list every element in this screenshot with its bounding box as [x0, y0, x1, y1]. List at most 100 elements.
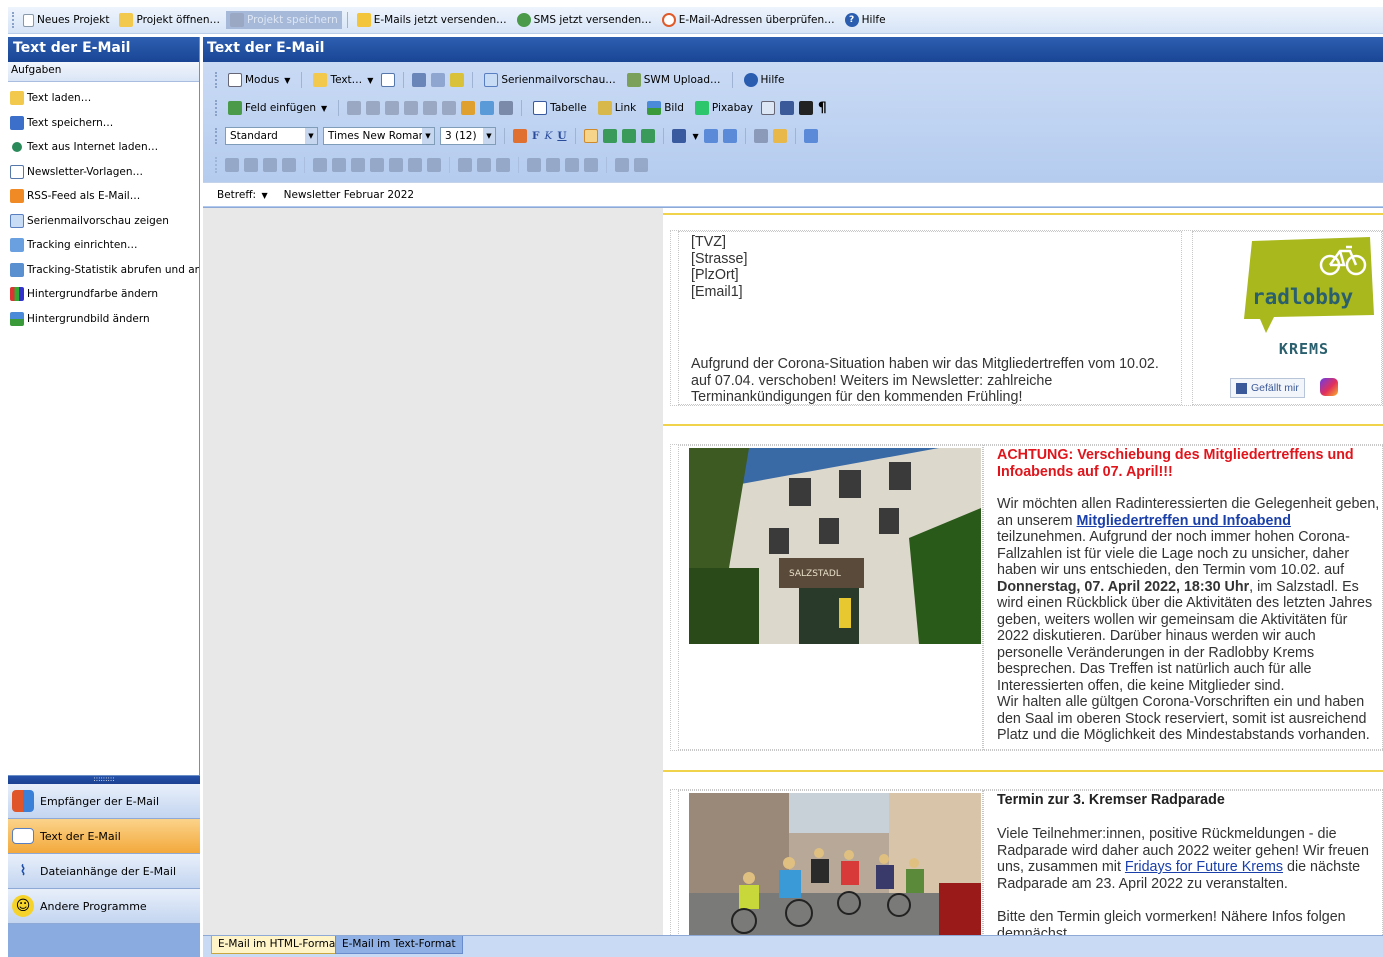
cell-color-icon[interactable] [427, 158, 441, 172]
pen-icon[interactable] [753, 129, 768, 143]
clear-format-icon[interactable] [499, 101, 514, 115]
underline-button[interactable]: U [557, 130, 566, 142]
align-right-icon[interactable] [621, 129, 636, 143]
task-mail-preview[interactable]: Serienmailvorschau zeigen [8, 209, 199, 234]
function-icon[interactable] [450, 73, 465, 87]
align-left-icon[interactable] [583, 129, 598, 143]
help-button[interactable]: ? Hilfe [841, 11, 890, 29]
send-sms-button[interactable]: SMS jetzt versenden… [513, 11, 656, 29]
delete-column-icon[interactable] [282, 158, 296, 172]
task-tracking-setup[interactable]: Tracking einrichten… [8, 233, 199, 258]
tab-html-format[interactable]: E-Mail im HTML-Format [211, 936, 347, 954]
highlighter-icon[interactable] [772, 129, 787, 143]
task-load-from-internet[interactable]: Text aus Internet laden… [8, 135, 199, 160]
nav-attachments[interactable]: ⌇ Dateianhänge der E-Mail [8, 854, 200, 889]
header-text-cell[interactable]: [TVZ] [Strasse] [PlzOrt] [Email1] Aufgru… [678, 231, 1182, 405]
code-icon[interactable] [431, 73, 446, 87]
qr-code-icon[interactable] [798, 101, 813, 115]
task-background-image[interactable]: Hintergrundbild ändern [8, 307, 199, 332]
instagram-icon[interactable] [1320, 378, 1338, 396]
cut-icon[interactable] [347, 101, 362, 115]
article-2-text-cell[interactable]: Termin zur 3. Kremser Radparade Viele Te… [983, 790, 1383, 935]
task-newsletter-templates[interactable]: Newsletter-Vorlagen… [8, 160, 199, 185]
article-2-image-cell[interactable] [678, 790, 983, 935]
save-project-button[interactable]: Projekt speichern [225, 11, 342, 29]
check-addresses-button[interactable]: E-Mail-Adressen überprüfen… [658, 11, 839, 29]
open-project-button[interactable]: Projekt öffnen… [115, 11, 224, 29]
nav-recipients[interactable]: Empfänger der E-Mail [8, 784, 200, 819]
bullet-list-icon[interactable] [671, 129, 686, 143]
table-grid-icon[interactable] [458, 158, 472, 172]
split-cells-icon[interactable] [332, 158, 346, 172]
task-tracking-statistics[interactable]: Tracking-Statistik abrufen und an… [8, 258, 199, 283]
paste-icon[interactable] [385, 101, 400, 115]
find-icon[interactable] [461, 101, 476, 115]
insert-column-icon[interactable] [244, 158, 258, 172]
undo-icon[interactable] [423, 101, 438, 115]
article-1-text-cell[interactable]: ACHTUNG: Verschiebung des Mitgliedertref… [983, 445, 1383, 750]
task-background-color[interactable]: Hintergrundfarbe ändern [8, 282, 199, 307]
image-button[interactable]: Bild [644, 100, 687, 116]
mail-preview-button[interactable]: Serienmailvorschau… [481, 72, 618, 88]
horizontal-rule-icon[interactable] [803, 129, 818, 143]
template-icon[interactable] [381, 73, 396, 87]
sort-icon[interactable] [584, 158, 598, 172]
subject-input[interactable]: Newsletter Februar 2022 [284, 189, 414, 201]
spellcheck-icon[interactable] [480, 101, 495, 115]
copy-icon[interactable] [366, 101, 381, 115]
new-project-button[interactable]: Neues Projekt [19, 12, 113, 29]
delete-table-icon[interactable] [634, 158, 648, 172]
merge-cells-icon[interactable] [313, 158, 327, 172]
filter-icon[interactable] [565, 158, 579, 172]
table-button[interactable]: Tabelle [530, 100, 590, 116]
facebook-icon[interactable] [779, 101, 794, 115]
link-button[interactable]: Link [595, 100, 640, 116]
source-icon[interactable] [412, 73, 427, 87]
cell-border-icon[interactable] [408, 158, 422, 172]
logo-cell[interactable]: radlobby KREMS Gefällt mir [1192, 231, 1382, 405]
navigation-splitter[interactable]: ::::::::: [8, 775, 200, 784]
table-header-icon[interactable] [477, 158, 491, 172]
article-1-image-cell[interactable]: SALZSTADL [678, 445, 983, 750]
indent-icon[interactable] [722, 129, 737, 143]
text-color-icon[interactable] [513, 129, 527, 143]
delete-icon[interactable] [404, 101, 419, 115]
insert-row-icon[interactable] [225, 158, 239, 172]
move-up-icon[interactable] [527, 158, 541, 172]
move-down-icon[interactable] [546, 158, 560, 172]
table-properties-icon[interactable] [370, 158, 384, 172]
justify-icon[interactable] [640, 129, 655, 143]
like-icon[interactable] [760, 101, 775, 115]
task-save-text[interactable]: Text speichern… [8, 111, 199, 136]
bold-button[interactable]: F [532, 130, 539, 142]
task-load-text[interactable]: Text laden… [8, 86, 199, 111]
delete-row-icon[interactable] [263, 158, 277, 172]
pixabay-button[interactable]: Pixabay [692, 100, 756, 116]
editor-help-button[interactable]: Hilfe [741, 72, 788, 88]
mode-button[interactable]: Modus ▼ [225, 72, 293, 88]
italic-button[interactable]: K [544, 130, 552, 142]
tab-text-format[interactable]: E-Mail im Text-Format [335, 936, 463, 954]
toolbar-grip[interactable] [12, 12, 15, 28]
editor-canvas[interactable]: [TVZ] [Strasse] [PlzOrt] [Email1] Aufgru… [203, 208, 1383, 935]
select-table-icon[interactable] [615, 158, 629, 172]
cell-align-icon[interactable] [389, 158, 403, 172]
subject-label[interactable]: Betreff: ▼ [217, 189, 268, 201]
fridays-for-future-link[interactable]: Fridays for Future Krems [1125, 859, 1283, 875]
swm-upload-button[interactable]: SWM Upload… [624, 72, 724, 88]
paragraph-marks-icon[interactable]: ¶ [818, 100, 827, 116]
redo-icon[interactable] [442, 101, 457, 115]
text-menu-button[interactable]: Text… ▼ [310, 72, 376, 88]
font-family-select[interactable]: Times New Roman ▼ [323, 127, 435, 145]
task-rss-feed[interactable]: RSS-Feed als E-Mail… [8, 184, 199, 209]
cell-properties-icon[interactable] [351, 158, 365, 172]
nav-email-text[interactable]: Text der E-Mail [8, 819, 200, 854]
members-meeting-link[interactable]: Mitgliedertreffen und Infoabend [1076, 513, 1290, 529]
send-emails-button[interactable]: E-Mails jetzt versenden… [353, 11, 511, 29]
insert-field-button[interactable]: Feld einfügen ▼ [225, 100, 330, 116]
font-size-select[interactable]: 3 (12) ▼ [440, 127, 496, 145]
table-footer-icon[interactable] [496, 158, 510, 172]
paragraph-style-select[interactable]: Standard ▼ [225, 127, 318, 145]
facebook-like-button[interactable]: Gefällt mir [1230, 378, 1305, 398]
align-center-icon[interactable] [602, 129, 617, 143]
